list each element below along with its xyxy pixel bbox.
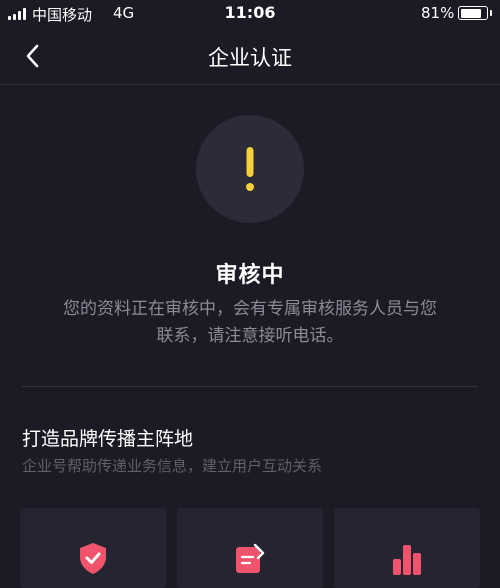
battery-level [460,8,481,18]
review-status-badge [196,115,304,223]
feature-card-data[interactable] [334,508,480,588]
battery-percent: 81% [421,4,455,22]
section-title: 打造品牌传播主阵地 [22,428,194,450]
divider [22,386,478,387]
navigation-bar: 企业认证 [0,28,500,85]
review-description-line-1: 您的资料正在审核中，会有专属审核服务人员与您 [63,299,437,319]
review-status-title: 审核中 [215,263,285,288]
battery-cap [490,10,492,16]
exclamation-icon [246,147,254,191]
page-title: 企业认证 [208,46,292,70]
review-status-description: 您的资料正在审核中，会有专属审核服务人员与您 联系，请注意接听电话。 [40,296,460,350]
status-bar: 中国移动 4G 11:06 81% [0,0,500,28]
review-description-line-2: 联系，请注意接听电话。 [156,326,344,346]
feature-card-edit[interactable] [177,508,323,588]
battery-icon [458,6,488,20]
section-description: 企业号帮助传递业务信息，建立用户互动关系 [22,457,323,475]
feature-card-verified[interactable] [20,508,166,588]
